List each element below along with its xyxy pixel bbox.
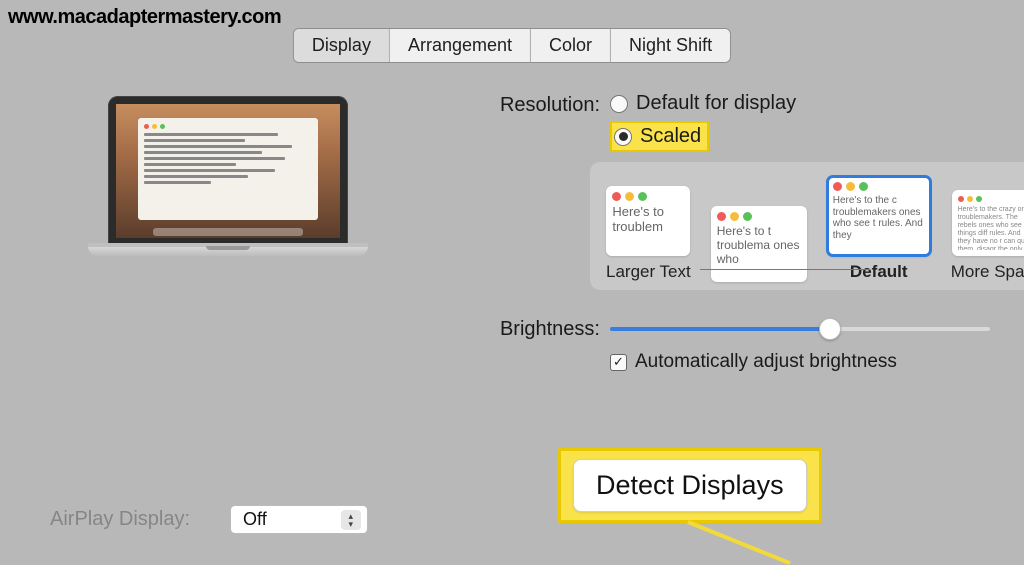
scale-track-line: [700, 269, 870, 270]
tab-arrangement[interactable]: Arrangement: [390, 29, 531, 62]
resolution-label: Resolution:: [440, 92, 610, 117]
macbook-illustration: [88, 96, 368, 256]
detect-displays-button[interactable]: Detect Displays: [573, 459, 807, 512]
auto-brightness-checkbox[interactable]: ✓: [610, 354, 627, 371]
auto-brightness-label: Automatically adjust brightness: [635, 351, 897, 373]
annotation-arrow-icon: [687, 520, 790, 565]
highlight-detect-displays: Detect Displays: [558, 448, 822, 523]
prefs-tabbar: Display Arrangement Color Night Shift: [293, 28, 731, 63]
scale-option-more-space[interactable]: Here's to the crazy ones troublemakers. …: [951, 190, 1024, 282]
thumb-sample-text: Here's to troublem: [612, 205, 684, 235]
highlight-scaled: Scaled: [610, 121, 709, 152]
resolution-scale-picker: Here's to troublem Larger Text Here's to…: [590, 162, 1024, 290]
tab-night-shift[interactable]: Night Shift: [611, 29, 730, 62]
scale-option-2[interactable]: Here's to t troublema ones who: [711, 206, 807, 282]
display-settings: Resolution: Default for display Scaled H…: [440, 92, 1004, 373]
slider-knob-icon[interactable]: [819, 318, 841, 340]
radio-label: Scaled: [640, 125, 701, 148]
watermark-text: www.macadaptermastery.com: [8, 6, 281, 29]
radio-label: Default for display: [636, 92, 796, 115]
radio-default-for-display[interactable]: Default for display: [610, 92, 796, 115]
radio-icon: [610, 95, 628, 113]
scale-option-default[interactable]: Here's to the c troublemakers ones who s…: [827, 176, 931, 282]
scale-label-larger: Larger Text: [606, 262, 691, 282]
tab-display[interactable]: Display: [294, 29, 390, 62]
tab-color[interactable]: Color: [531, 29, 611, 62]
scale-label-more-space: More Space: [951, 262, 1024, 282]
scale-option-larger-text[interactable]: Here's to troublem Larger Text: [606, 186, 691, 282]
thumb-sample-text: Here's to the c troublemakers ones who s…: [833, 195, 925, 241]
thumb-sample-text: Here's to the crazy ones troublemakers. …: [958, 206, 1024, 250]
select-value: Off: [243, 509, 267, 529]
airplay-select[interactable]: Off: [230, 505, 368, 534]
stepper-arrows-icon: [341, 510, 361, 530]
bottom-cropped-row: AirPlay Display: Off: [50, 505, 368, 534]
scale-label-default: Default: [850, 262, 908, 282]
brightness-label: Brightness:: [440, 316, 610, 341]
radio-icon: [614, 128, 632, 146]
brightness-slider[interactable]: [610, 327, 990, 331]
radio-scaled[interactable]: Scaled: [610, 121, 796, 152]
thumb-sample-text: Here's to t troublema ones who: [717, 225, 801, 266]
bottom-label-fragment: AirPlay Display:: [50, 508, 190, 531]
